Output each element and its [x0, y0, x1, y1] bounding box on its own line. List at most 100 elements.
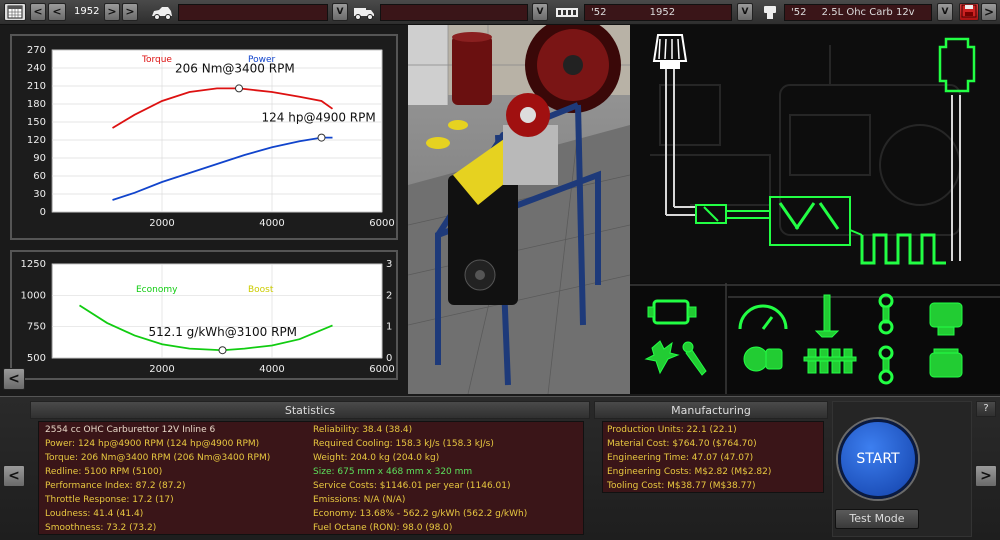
- annotation-label: 124 hp@4900 RPM: [262, 111, 376, 125]
- family-name: 1952: [649, 7, 676, 18]
- y-tick-label: 180: [27, 99, 46, 110]
- cooling-icon[interactable]: [938, 37, 976, 93]
- statistics-header: Statistics: [30, 401, 590, 419]
- engine-render: [408, 25, 630, 394]
- save-icon[interactable]: [959, 3, 979, 21]
- x-tick-label: 6000: [369, 218, 394, 229]
- annotation-label: 512.1 g/kWh@3100 RPM: [149, 325, 298, 339]
- car-icon: [150, 4, 174, 21]
- conrod-icon[interactable]: [878, 293, 894, 335]
- x-tick-label: 2000: [149, 364, 174, 375]
- legend-economy: Economy: [136, 285, 178, 295]
- stat-right-line: Required Cooling: 158.3 kJ/s (158.3 kJ/s…: [313, 439, 494, 449]
- engine-3d-view[interactable]: [408, 25, 630, 394]
- wrench-icon[interactable]: [682, 341, 707, 376]
- stat-left-line: Loudness: 41.4 (41.4): [45, 509, 144, 519]
- stat-right-line: Service Costs: $1146.01 per year (1146.0…: [313, 481, 511, 491]
- annotation-marker: [218, 346, 227, 355]
- manufacturing-line: Production Units: 22.1 (22.1): [607, 425, 737, 435]
- intake-icon[interactable]: [695, 204, 727, 224]
- calendar-icon[interactable]: [4, 3, 26, 21]
- y2-tick-label: 3: [386, 259, 392, 270]
- turbo-icon[interactable]: [743, 346, 783, 372]
- manufacturing-line: Engineering Costs: M$2.82 (M$2.82): [607, 467, 772, 477]
- year-next-button[interactable]: >: [104, 3, 120, 21]
- test-mode-button[interactable]: Test Mode: [835, 509, 919, 529]
- y-tick-label: 150: [27, 117, 46, 128]
- prev-page-button[interactable]: <: [3, 368, 25, 390]
- y-tick-label: 120: [27, 135, 46, 146]
- stat-left-line: Redline: 5100 RPM (5100): [45, 467, 163, 477]
- y2-tick-label: 2: [386, 290, 392, 301]
- manufacturing-header: Manufacturing: [594, 401, 828, 419]
- air-filter-icon[interactable]: [652, 34, 688, 69]
- stat-left-line: Performance Index: 87.2 (87.2): [45, 481, 186, 491]
- variant-year: '52: [791, 7, 807, 18]
- legend-boost: Boost: [248, 285, 274, 295]
- stat-left-line: Throttle Response: 17.2 (17): [45, 495, 174, 505]
- stat-right-line: Fuel Octane (RON): 98.0 (98.0): [313, 523, 453, 533]
- right-arrow-button[interactable]: >: [981, 3, 997, 21]
- year-first-button[interactable]: <: [30, 3, 46, 21]
- car-model-select[interactable]: [178, 4, 328, 21]
- start-button[interactable]: START: [838, 419, 918, 499]
- economy-panel: 500 750 1000 1250 0 1 2 3 2000 4000 6000 Economy Boo…: [10, 250, 398, 380]
- bottom-panel: Statistics 2554 cc OHC Carburettor 12V I…: [0, 396, 1000, 540]
- legend-torque: Torque: [141, 55, 172, 65]
- help-button[interactable]: ?: [976, 401, 996, 417]
- truck-icon: [352, 4, 376, 21]
- trim-select[interactable]: [380, 4, 528, 21]
- car-model-dropdown[interactable]: V: [332, 3, 348, 21]
- stat-right-line: Reliability: 38.4 (38.4): [313, 425, 413, 435]
- engine-variant-select[interactable]: '52 2.5L Ohc Carb 12v: [784, 4, 932, 21]
- manufacturing-line: Material Cost: $764.70 ($764.70): [607, 439, 757, 449]
- cylinder-icon[interactable]: [929, 348, 963, 378]
- stat-right-line: Size: 675 mm x 468 mm x 320 mm: [313, 467, 473, 477]
- stat-left-line: Smoothness: 73.2 (73.2): [45, 523, 157, 533]
- check-engine-icon[interactable]: [647, 299, 697, 325]
- manufacturing-line: Tooling Cost: M$38.77 (M$38.77): [607, 481, 756, 491]
- plot-area: [51, 263, 383, 359]
- y2-tick-label: 0: [386, 353, 392, 364]
- year-last-button[interactable]: >: [122, 3, 138, 21]
- x-tick-label: 2000: [149, 218, 174, 229]
- torque-power-panel: 0 30 60 90 120 150 180 210 240 270 2000 4000 6000 Tor…: [10, 34, 398, 240]
- stat-right-line: Emissions: N/A (N/A): [313, 495, 406, 505]
- y2-tick-label: 1: [386, 322, 392, 333]
- stat-right-line: Weight: 204.0 kg (204.0 kg): [313, 453, 440, 463]
- gauge-icon[interactable]: [738, 304, 788, 330]
- y-tick-label: 1250: [21, 259, 46, 270]
- y-tick-label: 240: [27, 63, 46, 74]
- x-tick-label: 4000: [259, 364, 284, 375]
- engine-variant-dropdown[interactable]: V: [937, 3, 953, 21]
- trim-dropdown[interactable]: V: [532, 3, 548, 21]
- engine-schematic: [630, 25, 1000, 283]
- engine-family-dropdown[interactable]: V: [737, 3, 753, 21]
- annotation-marker: [317, 133, 326, 142]
- engine-family-select[interactable]: '52 1952: [584, 4, 732, 21]
- stats-next-button[interactable]: >: [975, 465, 997, 487]
- economy-chart: 500 750 1000 1250 0 1 2 3 2000 4000 6000 Economy Boo…: [21, 259, 395, 375]
- y-tick-label: 60: [33, 171, 46, 182]
- stats-prev-button[interactable]: <: [3, 465, 25, 487]
- stat-right-line: Economy: 13.68% - 562.2 g/kWh (562.2 g/k…: [313, 509, 528, 519]
- piston-icon[interactable]: [929, 302, 963, 336]
- y-tick-label: 210: [27, 81, 46, 92]
- manufacturing-box: Production Units: 22.1 (22.1) Material Co…: [602, 421, 824, 493]
- year-prev-button[interactable]: <: [48, 3, 66, 21]
- x-tick-label: 6000: [369, 364, 394, 375]
- engine-block-icon: [554, 4, 580, 21]
- pistons-row-icon[interactable]: [803, 348, 857, 374]
- stat-left-line: Torque: 206 Nm@3400 RPM (206 Nm@3400 RPM…: [45, 453, 271, 463]
- torque-power-chart: 0 30 60 90 120 150 180 210 240 270 2000 4000 6000 Tor…: [27, 45, 395, 229]
- manifold-icon[interactable]: [769, 196, 851, 246]
- stat-left-line: 2554 cc OHC Carburettor 12V Inline 6: [45, 425, 216, 435]
- crank-icon[interactable]: [878, 345, 894, 385]
- valve-icon[interactable]: [814, 294, 840, 338]
- spark-icon[interactable]: [644, 340, 680, 375]
- statistics-box: 2554 cc OHC Carburettor 12V Inline 6 Powe…: [38, 421, 584, 535]
- x-tick-label: 4000: [259, 218, 284, 229]
- y-tick-label: 90: [33, 153, 46, 164]
- schematic-diagram: [650, 34, 976, 265]
- annotation-label: 206 Nm@3400 RPM: [175, 61, 295, 75]
